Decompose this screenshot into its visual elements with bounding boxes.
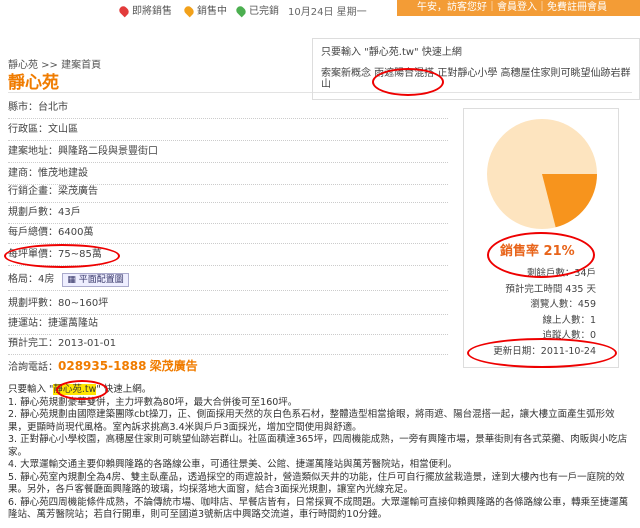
green-pin-icon <box>234 4 248 18</box>
hand-drawn-circle <box>372 68 444 96</box>
intro-item: 2. 靜心苑規劃由國際建築團隊cbt操刀，正、側面採用天然的灰白色系石材，整體造… <box>8 409 615 433</box>
detail-row-completion: 預計完工：2013-01-01 <box>8 334 448 355</box>
intro-item: 3. 正對靜心小學校園，高穗屋住家則可眺望仙跡岩群山。社區面積達365坪，四周機… <box>8 434 628 458</box>
detail-row-contact: 洽詢電話：028935-1888 梁茂廣告 <box>8 359 198 373</box>
top-bar: 即將銷售 銷售中 已完銷 10月24日 星期一 午安，訪客您好｜會員登入｜免費註… <box>0 0 640 18</box>
plan-icon: ▦ <box>67 275 79 285</box>
detail-row-total-price: 每戶總價：6400萬 <box>8 223 448 244</box>
legend-selling: 銷售中 <box>182 2 227 18</box>
notice-line-1: 只要輸入 "靜心苑.tw" 快速上網 <box>321 47 462 58</box>
notice-line-2: 索案新概念 雨遮陽台混搭 正對靜心小學 高穗屋住家則可眺望仙跡岩群山 <box>321 68 631 90</box>
intro-item: 6. 靜心苑四周機能條件成熟，不論傳統市場、咖啡店、早餐店皆有，日常採買不成問題… <box>8 496 629 521</box>
detail-row-city: 縣市：台北市 <box>8 98 448 119</box>
hand-drawn-circle <box>487 232 595 278</box>
detail-row-address: 建案地址：興隆路二段與景豐街口 <box>8 142 448 163</box>
stat-online: 線上人數：1 <box>542 314 596 326</box>
detail-row-marketing: 行銷企畫：梁茂廣告 <box>8 182 448 203</box>
detail-row-mrt: 捷運站：捷運萬隆站 <box>8 314 448 335</box>
detail-row-size: 規劃坪數：80~160坪 <box>8 294 448 315</box>
contact-agency: 梁茂廣告 <box>149 359 198 373</box>
intro-item: 4. 大眾運輸交通主要仰賴興隆路的各路線公車，可通往景美、公館、捷運萬隆站與萬芳… <box>8 459 458 470</box>
account-bar[interactable]: 午安，訪客您好｜會員登入｜免費註冊會員 <box>397 0 640 16</box>
detail-row-layout: 格局：4房 ▦ 平面配置圖 <box>8 270 448 291</box>
current-date: 10月24日 星期一 <box>288 7 367 18</box>
stat-views: 瀏覽人數：459 <box>530 299 596 310</box>
legend-soldout: 已完銷 <box>234 2 279 18</box>
orange-pin-icon <box>182 4 196 18</box>
hand-drawn-circle <box>4 244 120 268</box>
contact-phone[interactable]: 028935-1888 <box>58 359 146 373</box>
intro-item: 5. 靜心苑室內規劃全為4房、雙主臥產品，透過採空的雨遮設計，營造類似天井的功能… <box>8 471 625 496</box>
page-title: 靜心苑 <box>8 73 59 93</box>
detail-row-units: 規劃戶數：43戶 <box>8 203 448 224</box>
hand-drawn-circle <box>467 338 617 368</box>
detail-row-district: 行政區：文山區 <box>8 120 448 141</box>
floor-plan-button[interactable]: ▦ 平面配置圖 <box>62 273 129 287</box>
sales-pie <box>487 119 597 229</box>
intro-item: 1. 靜心苑規劃豪華雙併，主力坪數為80坪，最大合併後可至160坪。 <box>8 396 298 408</box>
quick-access-notice: 只要輸入 "靜心苑.tw" 快速上網 索案新概念 雨遮陽台混搭 正對靜心小學 高… <box>312 38 640 100</box>
project-intro: 只要輸入 "靜心苑.tw" 快速上網。 1. 靜心苑規劃豪華雙併，主力坪數為80… <box>8 384 632 522</box>
stat-days: 預計完工時間 435 天 <box>505 283 596 295</box>
legend-upcoming: 即將銷售 <box>117 2 172 18</box>
red-pin-icon <box>117 4 131 18</box>
hand-drawn-circle <box>56 380 108 400</box>
